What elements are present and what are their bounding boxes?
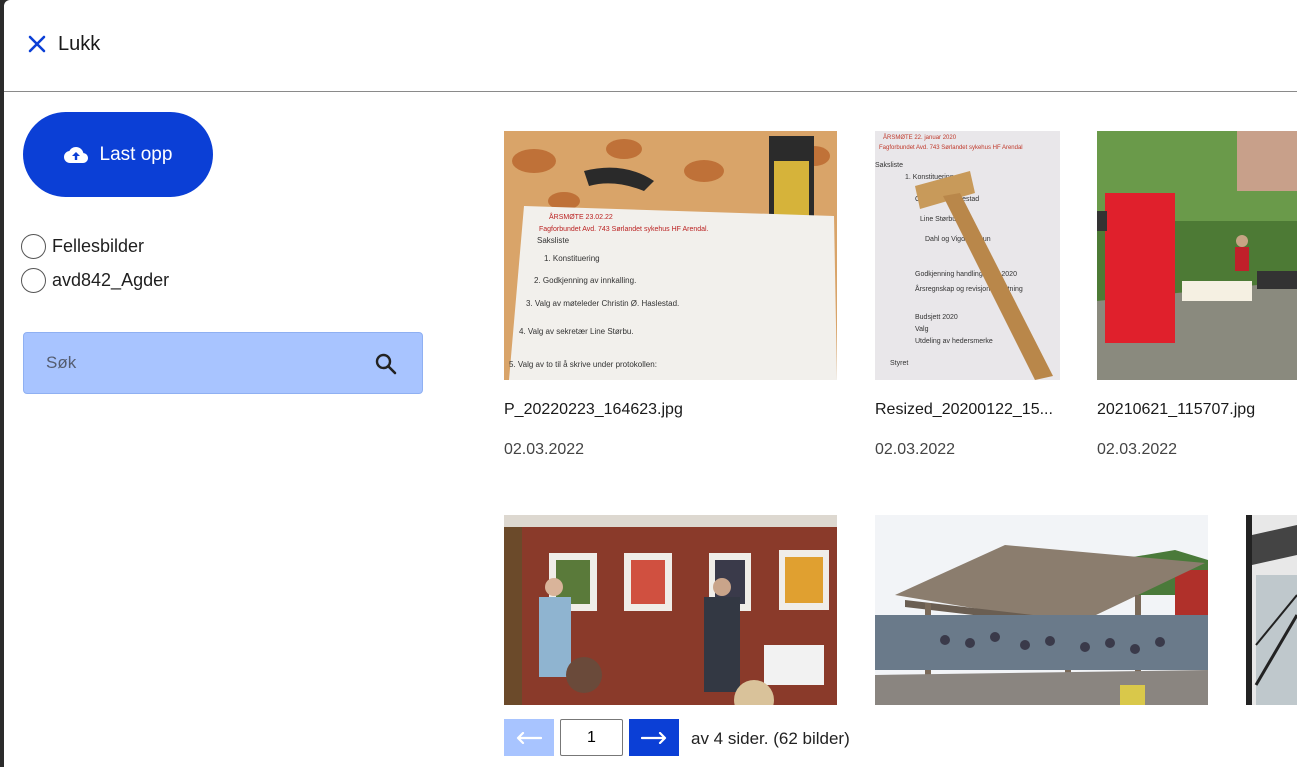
svg-text:2. Godkjenning av innkalling.: 2. Godkjenning av innkalling. [534,276,636,285]
image-thumbnail[interactable] [1097,131,1297,380]
search-box [23,332,423,394]
gavel-photo: ÅRSMØTE 22. januar 2020 Fagforbundet Avd… [875,131,1060,380]
previous-page-button[interactable] [504,719,554,756]
svg-text:Utdeling av hedersmerke: Utdeling av hedersmerke [915,338,993,345]
folder-option-avd842-agder[interactable]: avd842_Agder [21,267,169,293]
modal-header: Lukk [4,0,1297,92]
svg-text:ÅRSMØTE 23.02.22: ÅRSMØTE 23.02.22 [549,212,613,221]
image-thumbnail[interactable] [504,515,837,705]
indoor-talk-photo [504,515,837,705]
image-date: 02.03.2022 [504,441,585,458]
svg-text:3. Valg av møteleder Christin: 3. Valg av møteleder Christin Ø. Haslest… [526,299,679,308]
image-filename: Resized_20200122_15... [875,401,1053,418]
svg-text:ÅRSMØTE 22. januar 2020: ÅRSMØTE 22. januar 2020 [883,134,957,141]
image-filename: P_20220223_164623.jpg [504,401,683,418]
svg-text:5. Valg av to til å skrive und: 5. Valg av to til å skrive under protoko… [509,360,657,369]
pavilion-photo [875,515,1208,705]
close-label: Lukk [58,32,101,55]
arrow-right-icon [641,731,667,744]
outdoor-event-photo [1097,131,1297,380]
svg-text:4. Valg av sekretær Line Størb: 4. Valg av sekretær Line Størbu. [519,327,634,336]
pagination-summary: av 4 sider. (62 bilder) [691,729,850,748]
svg-text:Valg: Valg [915,326,929,333]
cloud-upload-icon [63,146,88,163]
close-icon [28,35,46,53]
svg-text:Line Størbu: Line Størbu [920,216,956,223]
next-page-button[interactable] [629,719,679,756]
image-date: 02.03.2022 [875,441,956,458]
image-thumbnail[interactable]: ÅRSMØTE 22. januar 2020 Fagforbundet Avd… [875,131,1060,380]
image-thumbnail[interactable] [1246,515,1297,705]
image-filename: 20210621_115707.jpg [1097,401,1256,418]
close-button[interactable]: Lukk [26,30,100,58]
image-thumbnail[interactable] [875,515,1208,705]
radio-button[interactable] [21,233,46,259]
folder-option-fellesbilder[interactable]: Fellesbilder [21,233,144,259]
svg-text:Budsjett 2020: Budsjett 2020 [915,314,958,321]
svg-text:Fagforbundet Avd. 743 Sørlande: Fagforbundet Avd. 743 Sørlandet sykehus … [539,226,709,233]
folder-label: Fellesbilder [52,235,145,256]
svg-text:Saksliste: Saksliste [875,162,903,169]
svg-text:Styret: Styret [890,360,908,367]
upload-label: Last opp [99,143,173,165]
search-icon[interactable] [374,352,398,376]
page-number-input[interactable] [560,719,623,756]
image-picker-modal: Lukk Last opp Fellesbilder avd842_Agder [4,0,1297,767]
svg-text:1. Konstituering: 1. Konstituering [544,254,600,263]
upload-button[interactable]: Last opp [23,112,213,197]
building-photo [1246,515,1297,705]
document-photo: ÅRSMØTE 23.02.22 Fagforbundet Avd. 743 S… [504,131,837,380]
svg-text:Fagforbundet Avd. 743 Sørlande: Fagforbundet Avd. 743 Sørlandet sykehus … [879,145,1023,151]
image-date: 02.03.2022 [1097,441,1178,458]
arrow-left-icon [516,731,542,744]
folder-label: avd842_Agder [52,269,170,290]
image-thumbnail[interactable]: ÅRSMØTE 23.02.22 Fagforbundet Avd. 743 S… [504,131,837,380]
svg-text:Saksliste: Saksliste [537,236,570,245]
search-input[interactable] [46,353,366,373]
radio-button[interactable] [21,267,46,293]
